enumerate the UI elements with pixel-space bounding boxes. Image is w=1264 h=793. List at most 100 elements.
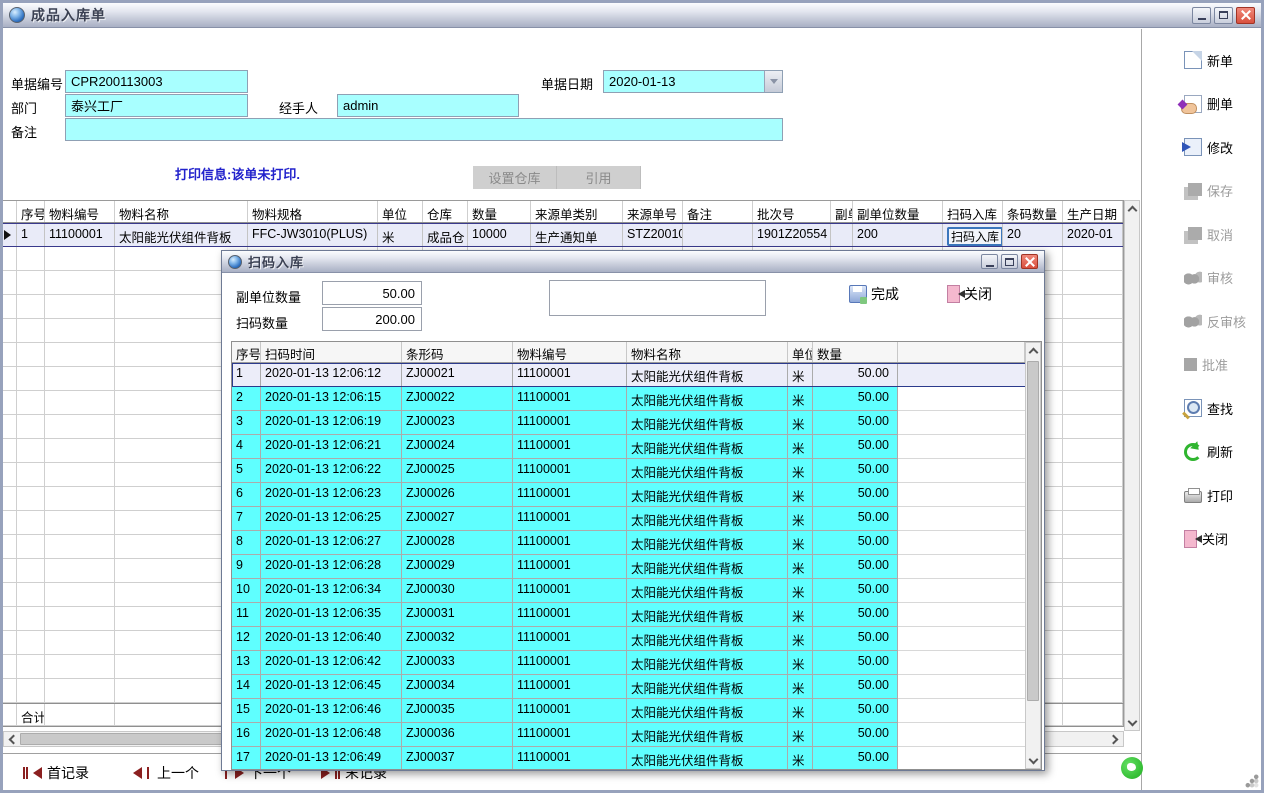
main-hscroll-left-button[interactable] [4, 732, 19, 746]
main-table-header: 序号物料编号物料名称物料规格单位仓库数量来源单类别来源单号备注批次号副单位副单位… [3, 201, 1123, 223]
approve-icon [1184, 358, 1197, 371]
sidebar-item-label: 刷新 [1207, 442, 1233, 461]
sidebar-item-label: 批准 [1202, 355, 1228, 374]
sidebar-item-print[interactable]: 打印 [1156, 482, 1260, 508]
table-cell: ZJ00025 [402, 459, 513, 483]
scan-table-row[interactable]: 32020-01-13 12:06:19ZJ0002311100001太阳能光伏… [232, 411, 1041, 435]
scan-table-row[interactable]: 62020-01-13 12:06:23ZJ0002611100001太阳能光伏… [232, 483, 1041, 507]
table-cell [898, 603, 1025, 627]
footer-cell [3, 704, 17, 726]
sidebar-item-unaudit: 反审核 [1156, 308, 1260, 334]
table-cell: 米 [788, 459, 813, 483]
table-cell: 50.00 [813, 363, 898, 387]
scan-table-row[interactable]: 122020-01-13 12:06:40ZJ0003211100001太阳能光… [232, 627, 1041, 651]
table-cell: 17 [232, 747, 261, 770]
doc-date-input[interactable] [603, 70, 783, 93]
nav-prev-button[interactable]: 上一个 [133, 763, 199, 783]
table-cell: 米 [788, 627, 813, 651]
table-cell: 50.00 [813, 483, 898, 507]
empty-cell [45, 391, 115, 415]
table-cell [898, 363, 1025, 387]
sub-qty-field[interactable] [322, 281, 422, 305]
save-icon [1188, 183, 1202, 196]
remark-input[interactable] [65, 118, 783, 141]
table-row[interactable]: 111100001太阳能光伏组件背板FFC-JW3010(PLUS)米成品仓10… [3, 223, 1123, 247]
table-cell: 7 [232, 507, 261, 531]
scan-table-row[interactable]: 102020-01-13 12:06:34ZJ0003011100001太阳能光… [232, 579, 1041, 603]
empty-cell [1063, 607, 1123, 631]
empty-cell [17, 631, 45, 655]
dialog-maximize-button[interactable] [1001, 254, 1018, 269]
table-cell [898, 699, 1025, 723]
table-cell [898, 675, 1025, 699]
table-cell: ZJ00024 [402, 435, 513, 459]
resize-grip[interactable] [1245, 774, 1259, 788]
main-hscroll-right-button[interactable] [1107, 732, 1122, 746]
table-cell: FFC-JW3010(PLUS) [248, 224, 378, 246]
minimize-button[interactable] [1192, 7, 1211, 24]
row-arrow-icon [4, 230, 16, 240]
scan-table-row[interactable]: 162020-01-13 12:06:48ZJ0003611100001太阳能光… [232, 723, 1041, 747]
barcode-scan-input[interactable] [549, 280, 766, 316]
empty-cell [1063, 247, 1123, 271]
scan-table-row[interactable]: 92020-01-13 12:06:28ZJ0002911100001太阳能光伏… [232, 555, 1041, 579]
sidebar-item-new-doc[interactable]: 新单 [1156, 47, 1260, 73]
dialog-close-action-button[interactable]: 关闭 [947, 284, 992, 304]
dialog-minimize-button[interactable] [981, 254, 998, 269]
main-vscroll-down-button[interactable] [1125, 715, 1139, 730]
sidebar-item-delete[interactable]: 删单 [1156, 91, 1260, 117]
chevron-up-icon [1028, 347, 1038, 357]
empty-cell [3, 247, 17, 271]
table-cell: 50.00 [813, 555, 898, 579]
scan-table-row[interactable]: 22020-01-13 12:06:15ZJ0002211100001太阳能光伏… [232, 387, 1041, 411]
scan-table-row[interactable]: 132020-01-13 12:06:42ZJ0003311100001太阳能光… [232, 651, 1041, 675]
nav-first-button[interactable]: 首记录 [23, 763, 89, 783]
close-button[interactable] [1236, 7, 1255, 24]
delete-icon [1184, 95, 1202, 113]
scan-table-row[interactable]: 42020-01-13 12:06:21ZJ0002411100001太阳能光伏… [232, 435, 1041, 459]
quote-button[interactable]: 引用 [557, 166, 641, 189]
scan-vscroll-down-button[interactable] [1026, 753, 1040, 768]
main-vscroll-up-button[interactable] [1125, 201, 1139, 216]
handler-input[interactable] [337, 94, 519, 117]
doc-no-input[interactable] [65, 70, 248, 93]
finish-button[interactable]: 完成 [849, 284, 899, 304]
table-cell: 200 [853, 224, 943, 246]
empty-cell [45, 247, 115, 271]
table-cell: 2020-01-13 12:06:42 [261, 651, 402, 675]
scan-vscroll-thumb[interactable] [1027, 361, 1039, 701]
scan-qty-field[interactable] [322, 307, 422, 331]
scan-table-row[interactable]: 142020-01-13 12:06:45ZJ0003411100001太阳能光… [232, 675, 1041, 699]
column-header: 物料名称 [627, 342, 788, 362]
table-cell: 太阳能光伏组件背板 [627, 651, 788, 675]
empty-cell [17, 583, 45, 607]
sidebar-item-refresh[interactable]: 刷新 [1156, 439, 1260, 465]
table-cell: 2020-01-13 12:06:25 [261, 507, 402, 531]
empty-cell [3, 511, 17, 535]
empty-cell [45, 271, 115, 295]
column-header: 来源单类别 [531, 201, 623, 222]
sidebar-item-find[interactable]: 查找 [1156, 395, 1260, 421]
empty-cell [3, 559, 17, 583]
unaudit-icon [1184, 312, 1202, 330]
print-info-text: 打印信息:该单未打印. [175, 164, 300, 183]
table-cell [898, 411, 1025, 435]
close-door-icon [1184, 530, 1197, 548]
maximize-button[interactable] [1214, 7, 1233, 24]
scan-table-row[interactable]: 82020-01-13 12:06:27ZJ0002811100001太阳能光伏… [232, 531, 1041, 555]
scan-table-row[interactable]: 172020-01-13 12:06:49ZJ0003711100001太阳能光… [232, 747, 1041, 770]
scan-inbound-button[interactable]: 扫码入库 [947, 227, 1003, 246]
scan-table-row[interactable]: 52020-01-13 12:06:22ZJ0002511100001太阳能光伏… [232, 459, 1041, 483]
scan-table-row[interactable]: 112020-01-13 12:06:35ZJ0003111100001太阳能光… [232, 603, 1041, 627]
dialog-close-button[interactable] [1021, 254, 1038, 269]
empty-cell [3, 319, 17, 343]
sidebar-item-modify[interactable]: 修改 [1156, 134, 1260, 160]
sidebar-item-close-door[interactable]: 关闭 [1156, 526, 1260, 552]
scan-vscroll-up-button[interactable] [1026, 343, 1040, 358]
main-vscrollbar[interactable] [1124, 200, 1140, 731]
scan-table-row[interactable]: 72020-01-13 12:06:25ZJ0002711100001太阳能光伏… [232, 507, 1041, 531]
dept-input[interactable] [65, 94, 248, 117]
scan-table-row[interactable]: 12020-01-13 12:06:12ZJ0002111100001太阳能光伏… [232, 363, 1041, 387]
doc-date-dropdown-button[interactable] [764, 71, 782, 92]
scan-table-row[interactable]: 152020-01-13 12:06:46ZJ0003511100001太阳能光… [232, 699, 1041, 723]
